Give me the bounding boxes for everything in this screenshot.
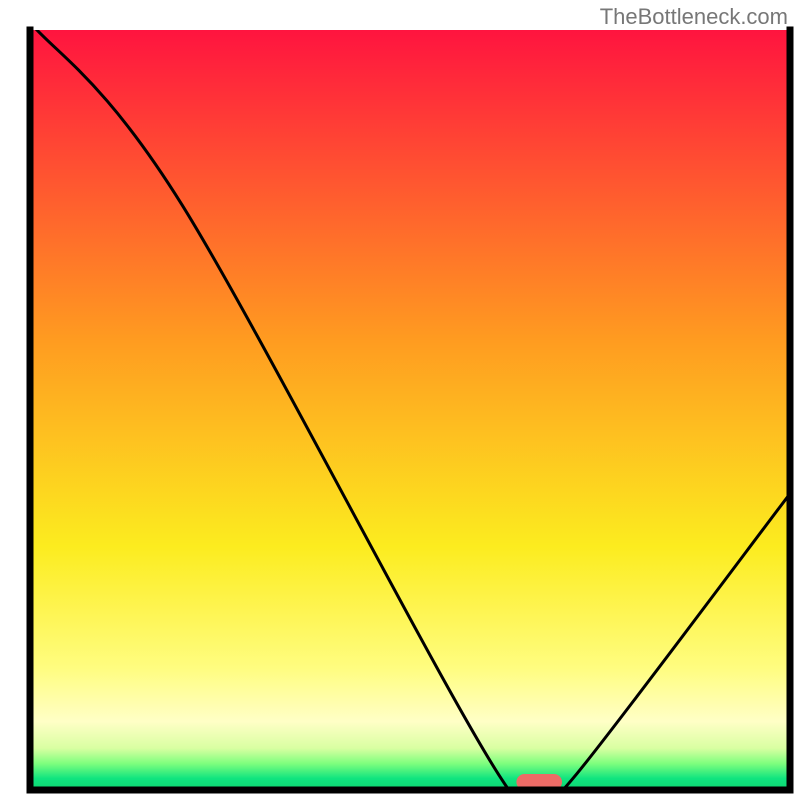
gradient-background — [30, 30, 790, 790]
watermark-text: TheBottleneck.com — [600, 4, 788, 30]
chart-container: TheBottleneck.com — [0, 0, 800, 800]
bottleneck-chart — [0, 0, 800, 800]
